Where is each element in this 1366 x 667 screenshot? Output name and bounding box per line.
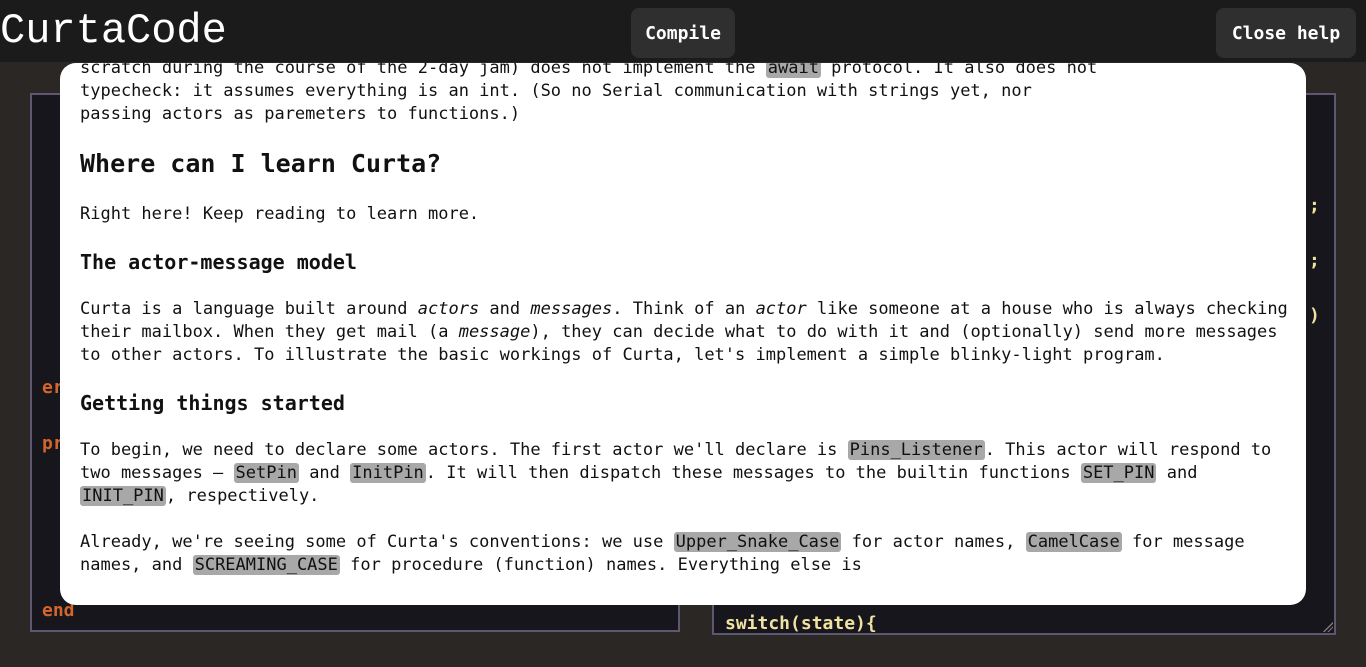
inline-code: CamelCase: [1025, 532, 1122, 552]
inline-code: SET_PIN: [1080, 463, 1157, 483]
text: and: [479, 299, 531, 319]
resize-handle-icon[interactable]: [1323, 622, 1333, 632]
output-fragment: ): [1309, 305, 1320, 326]
inline-code: Pins_Listener: [847, 440, 985, 460]
compile-button[interactable]: Compile: [631, 8, 735, 58]
help-intro-paragraph: scratch during the course of the 2-day j…: [80, 63, 1290, 126]
app-logo: CurtaCode: [0, 7, 227, 55]
heading-actor-model: The actor-message model: [80, 250, 357, 274]
text: . Think of an: [612, 299, 756, 319]
heading-getting-started: Getting things started: [80, 391, 345, 415]
inline-code: InitPin: [350, 463, 426, 483]
help-content: scratch during the course of the 2-day j…: [80, 63, 1290, 600]
inline-code: Upper_Snake_Case: [673, 532, 842, 552]
output-fragment: ;: [1309, 195, 1320, 216]
emphasis: actor: [755, 299, 807, 319]
text: To begin, we need to declare some actors…: [80, 440, 848, 460]
text: scratch during the course of the 2-day j…: [80, 63, 766, 78]
text: , respectively.: [165, 486, 320, 506]
paragraph-learn: Right here! Keep reading to learn more.: [80, 204, 480, 224]
inline-code: INIT_PIN: [80, 486, 166, 506]
emphasis: message: [458, 322, 531, 342]
text: . It will then dispatch these messages t…: [425, 463, 1081, 483]
top-bar: CurtaCode Compile Close help: [0, 0, 1366, 62]
text: for procedure (function) names. Everythi…: [339, 555, 862, 575]
emphasis: messages: [530, 299, 613, 319]
close-help-button[interactable]: Close help: [1216, 8, 1356, 58]
text: for actor names,: [841, 532, 1026, 552]
text: Curta is a language built around: [80, 299, 418, 319]
paragraph-actor-model: Curta is a language built around actors …: [80, 298, 1290, 367]
help-modal[interactable]: scratch during the course of the 2-day j…: [60, 63, 1306, 605]
text: typecheck: it assumes everything is an i…: [80, 81, 1032, 101]
heading-learn: Where can I learn Curta?: [80, 149, 442, 178]
inline-code: SetPin: [233, 463, 299, 483]
inline-code: SCREAMING_CASE: [192, 555, 340, 575]
paragraph-getting-started: To begin, we need to declare some actors…: [80, 439, 1290, 508]
inline-code: await: [765, 63, 821, 78]
text: Already, we're seeing some of Curta's co…: [80, 532, 674, 552]
output-fragment: ;: [1309, 250, 1320, 271]
output-code-line: switch(state){: [725, 613, 877, 634]
emphasis: actors: [417, 299, 480, 319]
text: protocol. It also does not: [820, 63, 1098, 78]
text: passing actors as paremeters to function…: [80, 104, 521, 124]
text: and: [298, 463, 351, 483]
paragraph-conventions: Already, we're seeing some of Curta's co…: [80, 531, 1290, 577]
text: and: [1156, 463, 1198, 483]
